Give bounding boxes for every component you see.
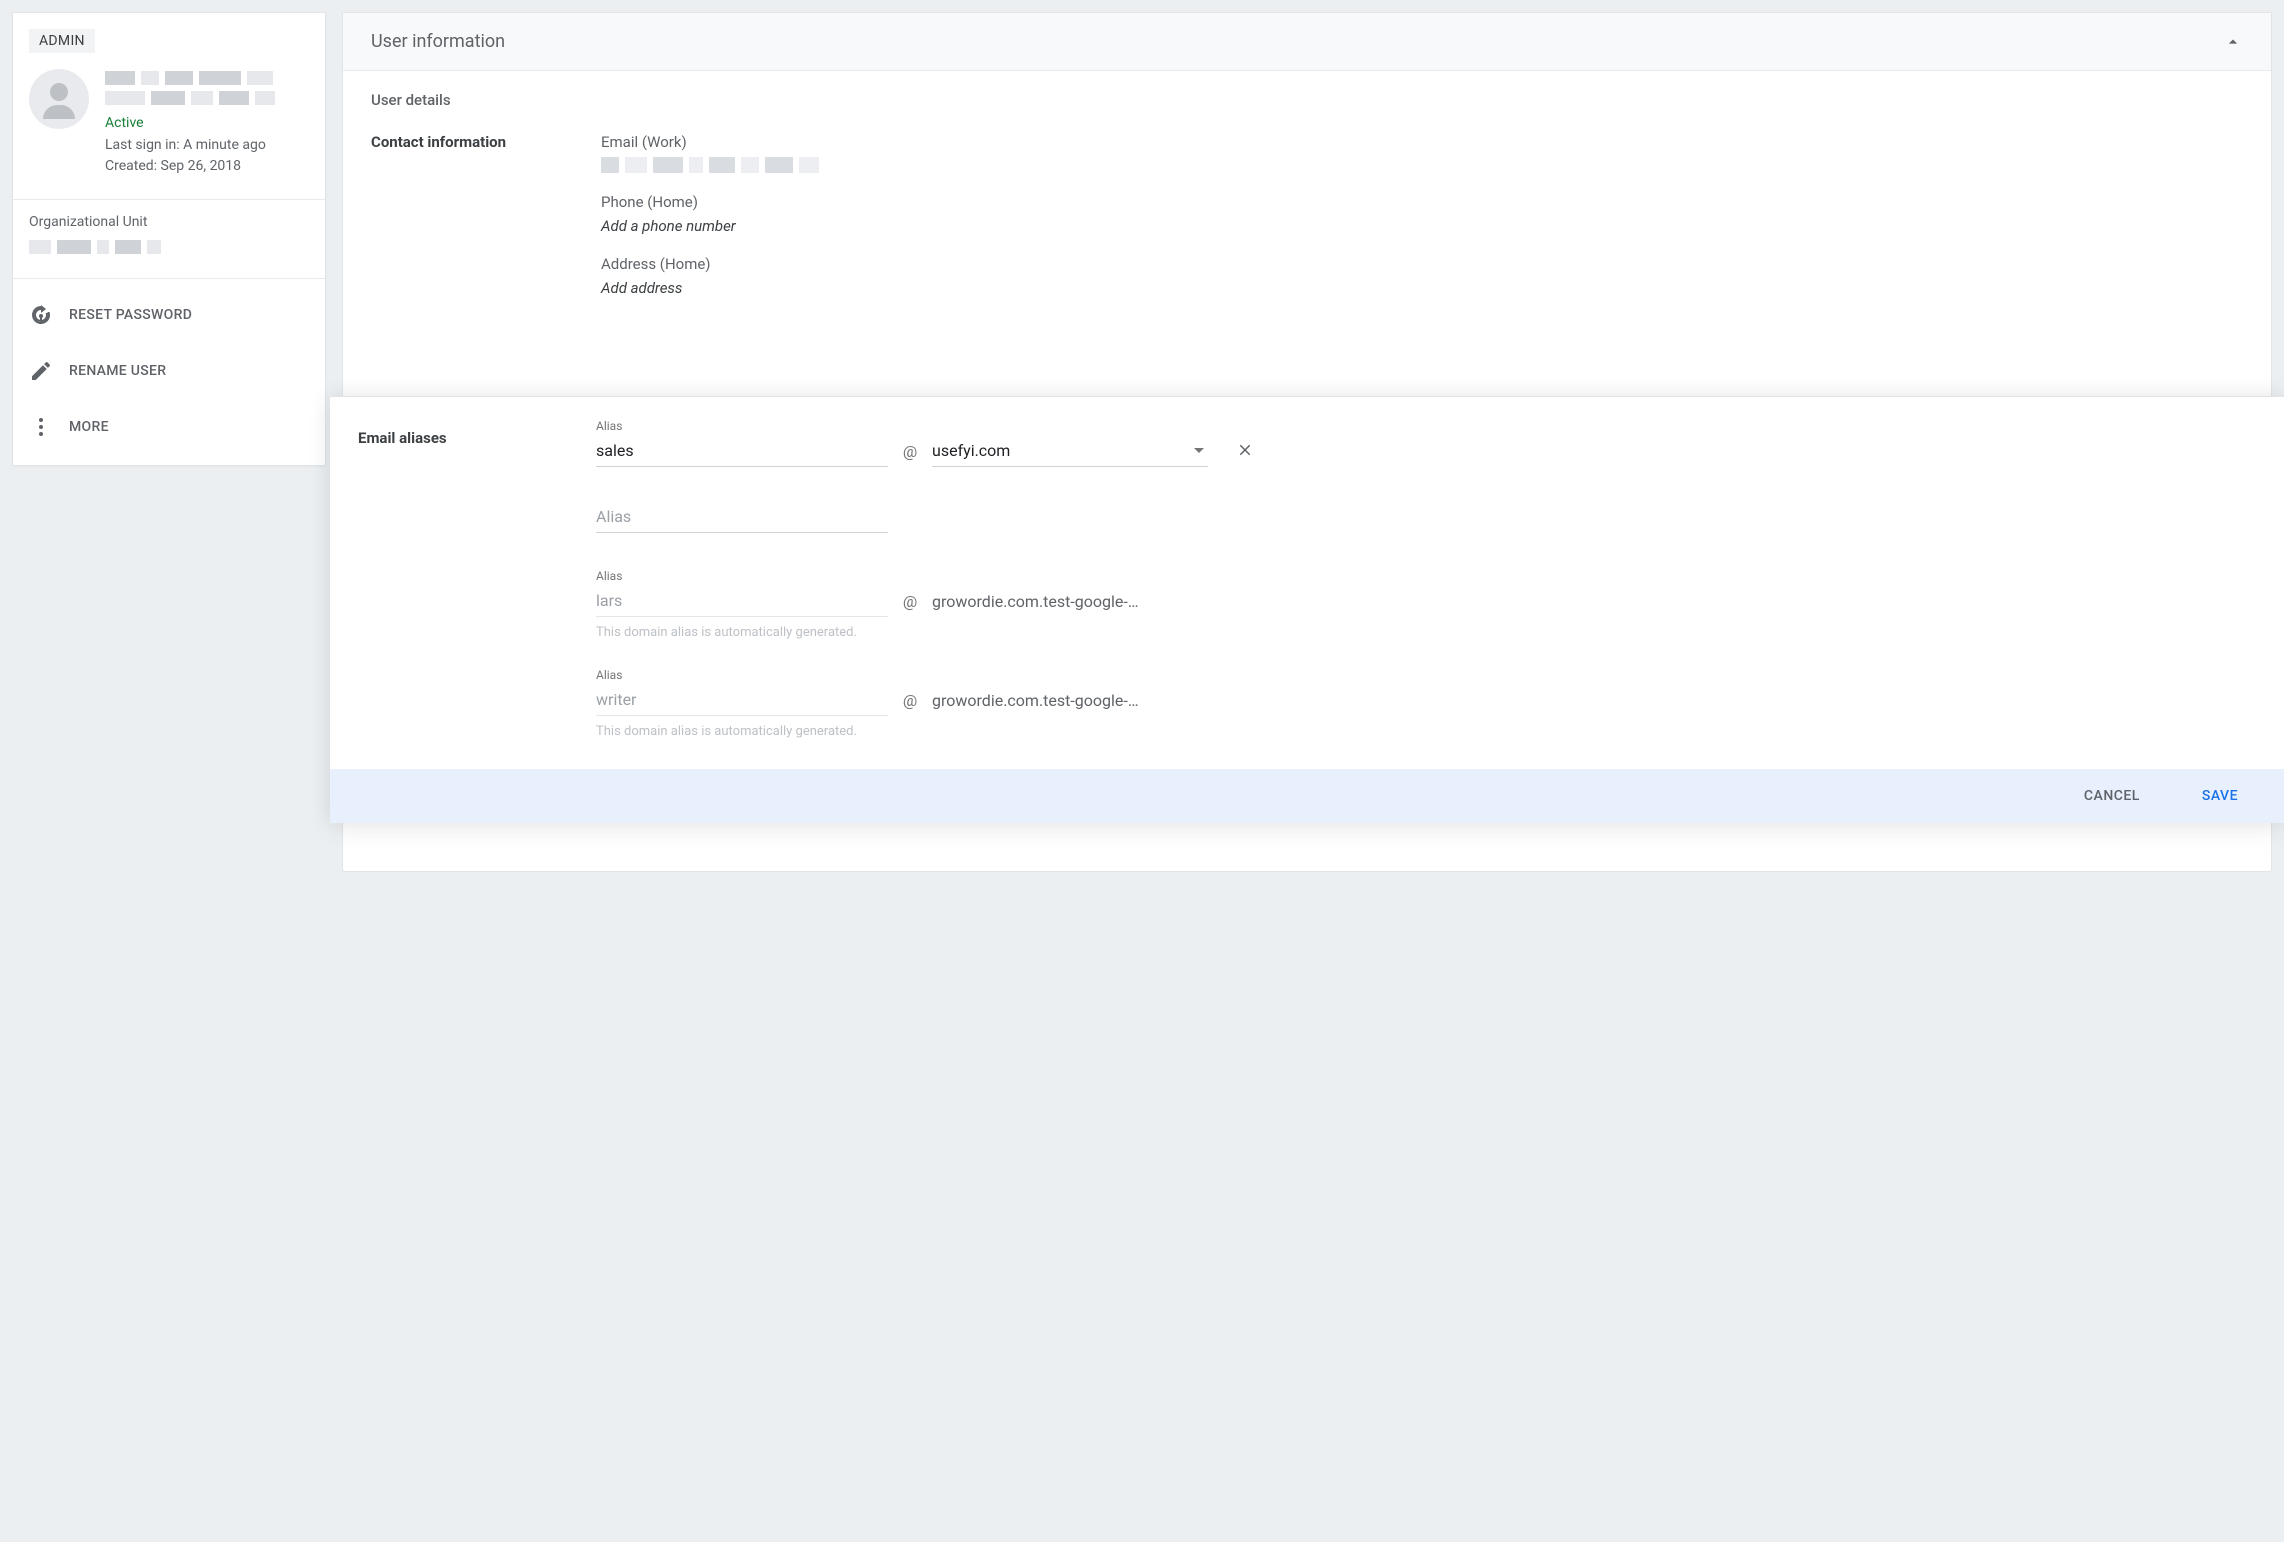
close-icon xyxy=(1236,441,1254,459)
email-aliases-panel: Email aliases Alias @ usefyi.com xyxy=(330,396,2284,823)
sidebar-actions: RESET PASSWORD RENAME USER MORE xyxy=(13,279,325,465)
more-label: MORE xyxy=(69,419,109,435)
domain-static: growordie.com.test-google-… xyxy=(932,687,1139,716)
alias-list: Alias @ usefyi.com xyxy=(596,419,2256,759)
alias-input[interactable] xyxy=(596,437,888,467)
phone-label: Phone (Home) xyxy=(601,193,2243,211)
at-sign: @ xyxy=(902,691,918,716)
pencil-icon xyxy=(29,359,53,383)
contact-info-heading: Contact information xyxy=(371,133,506,151)
reset-password-action[interactable]: RESET PASSWORD xyxy=(13,287,325,343)
org-unit-section: Organizational Unit xyxy=(13,200,325,278)
aliases-footer: CANCEL SAVE xyxy=(330,769,2284,823)
add-address-link[interactable]: Add address xyxy=(601,279,2243,297)
save-button[interactable]: SAVE xyxy=(2196,787,2244,805)
email-label: Email (Work) xyxy=(601,133,2243,151)
remove-alias-button[interactable] xyxy=(1236,441,1254,467)
status-active: Active xyxy=(105,115,309,131)
panel-title: User information xyxy=(371,31,505,52)
chevron-up-icon xyxy=(2223,32,2243,52)
created-text: Created: Sep 26, 2018 xyxy=(105,156,309,177)
email-aliases-heading: Email aliases xyxy=(358,419,596,759)
redacted-org-unit xyxy=(29,240,309,254)
redacted-name-row1 xyxy=(105,71,309,85)
alias-field-label: Alias xyxy=(596,419,888,433)
alias-row xyxy=(596,503,2256,533)
cancel-button[interactable]: CANCEL xyxy=(2078,787,2146,805)
redacted-email-value xyxy=(601,157,2243,173)
alias-input[interactable] xyxy=(596,503,888,533)
rename-user-label: RENAME USER xyxy=(69,363,166,379)
reset-password-icon xyxy=(29,303,53,327)
role-chip: ADMIN xyxy=(29,29,95,53)
panel-header[interactable]: User information xyxy=(343,13,2271,71)
phone-block: Phone (Home) Add a phone number xyxy=(601,193,2243,235)
address-block: Address (Home) Add address xyxy=(601,255,2243,297)
profile-section: Active Last sign in: A minute ago Create… xyxy=(13,61,325,199)
chevron-down-icon xyxy=(1194,448,1204,453)
more-vert-icon xyxy=(29,415,53,439)
domain-value: usefyi.com xyxy=(932,441,1010,460)
alias-field-label: Alias xyxy=(596,569,888,583)
at-sign: @ xyxy=(902,592,918,617)
auto-generated-note: This domain alias is automatically gener… xyxy=(596,625,2256,640)
user-details-heading: User details xyxy=(371,91,2243,109)
profile-info: Active Last sign in: A minute ago Create… xyxy=(105,69,309,177)
alias-row: Alias @ growordie.com.test-google-… This… xyxy=(596,668,2256,739)
domain-dropdown[interactable]: usefyi.com xyxy=(932,437,1208,467)
panel-body: User details Contact information Email (… xyxy=(343,71,2271,337)
auto-generated-note: This domain alias is automatically gener… xyxy=(596,724,2256,739)
last-signin-text: Last sign in: A minute ago xyxy=(105,135,309,156)
avatar-icon xyxy=(29,69,89,129)
alias-field-label: Alias xyxy=(596,668,888,682)
domain-static: growordie.com.test-google-… xyxy=(932,588,1139,617)
alias-input xyxy=(596,686,888,716)
user-sidebar-card: ADMIN Active Last sign in: A minute ago … xyxy=(12,12,326,466)
rename-user-action[interactable]: RENAME USER xyxy=(13,343,325,399)
alias-row: Alias @ growordie.com.test-google-… This… xyxy=(596,569,2256,640)
at-sign: @ xyxy=(902,442,918,467)
reset-password-label: RESET PASSWORD xyxy=(69,307,192,323)
alias-row: Alias @ usefyi.com xyxy=(596,419,2256,467)
more-action[interactable]: MORE xyxy=(13,399,325,455)
org-unit-label: Organizational Unit xyxy=(29,214,309,230)
add-phone-link[interactable]: Add a phone number xyxy=(601,217,2243,235)
address-label: Address (Home) xyxy=(601,255,2243,273)
redacted-name-row2 xyxy=(105,91,309,105)
alias-input xyxy=(596,587,888,617)
email-block: Email (Work) xyxy=(601,133,2243,173)
contact-info-section: Contact information Email (Work) Phone (… xyxy=(371,133,2243,317)
